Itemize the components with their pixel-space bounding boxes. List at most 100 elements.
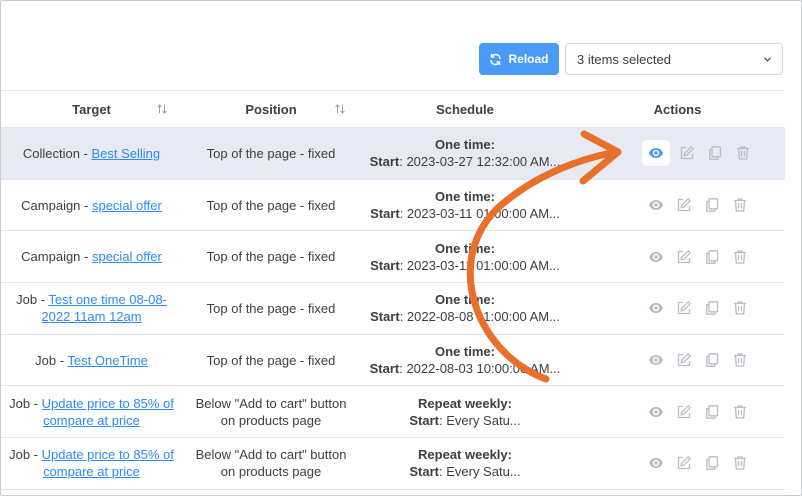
- target-prefix: Job -: [35, 352, 68, 368]
- table-row[interactable]: Campaign - special offer Top of the page…: [1, 179, 785, 232]
- cell-schedule: One time: Start: 2023-03-11 01:00:00 AM.…: [360, 179, 570, 232]
- schedule-title: One time:: [435, 292, 495, 308]
- cell-target: Collection - Best Selling: [1, 127, 182, 180]
- edit-icon: [676, 197, 692, 213]
- target-prefix: Job -: [9, 447, 42, 463]
- cell-target: Campaign - special offer: [1, 230, 182, 284]
- cell-actions: [570, 127, 785, 180]
- reload-label: Reload: [508, 52, 549, 66]
- column-header-target[interactable]: Target: [1, 90, 182, 128]
- edit-icon: [676, 404, 692, 420]
- toolbar: Reload 3 items selected: [479, 43, 783, 75]
- view-button[interactable]: [641, 140, 670, 167]
- duplicate-button[interactable]: [701, 246, 723, 268]
- edit-button[interactable]: [673, 297, 695, 319]
- edit-button[interactable]: [673, 349, 695, 371]
- cell-schedule: One time: Start: 2022-08-03 10:00:00 AM.…: [360, 334, 570, 387]
- column-header-position[interactable]: Position: [182, 90, 360, 128]
- view-button[interactable]: [645, 194, 667, 216]
- cell-actions: [570, 179, 785, 232]
- edit-button[interactable]: [673, 401, 695, 423]
- target-prefix: Job -: [9, 395, 42, 411]
- schedule-start-value: : 2023-03-11 01:00:00 AM...: [399, 257, 560, 273]
- view-button[interactable]: [645, 401, 667, 423]
- view-button[interactable]: [645, 297, 667, 319]
- delete-button[interactable]: [729, 246, 751, 268]
- copy-icon: [704, 197, 720, 213]
- duplicate-button[interactable]: [701, 401, 723, 423]
- table-header-row: Target Position Schedule Actions: [1, 90, 785, 128]
- cell-target: Job - Test OneTime: [1, 334, 182, 387]
- delete-button[interactable]: [729, 452, 751, 474]
- duplicate-button[interactable]: [701, 297, 723, 319]
- cell-position: Top of the page - fixed: [182, 282, 360, 335]
- edit-icon: [676, 249, 692, 265]
- schedule-start-label: Start: [370, 206, 400, 222]
- cell-schedule: Repeat weekly: Start: Every Satu...: [360, 437, 570, 490]
- column-label-schedule: Schedule: [436, 101, 494, 117]
- delete-button[interactable]: [729, 194, 751, 216]
- view-button[interactable]: [645, 452, 667, 474]
- target-link[interactable]: special offer: [92, 249, 162, 264]
- target-link[interactable]: Update price to 85% of compare at price: [42, 396, 174, 428]
- selection-dropdown[interactable]: 3 items selected: [565, 43, 783, 75]
- view-button[interactable]: [645, 246, 667, 268]
- schedule-title: One time:: [435, 240, 495, 256]
- column-label-target: Target: [72, 101, 111, 117]
- table-row[interactable]: Campaign - special offer Top of the page…: [1, 230, 785, 284]
- delete-button[interactable]: [729, 401, 751, 423]
- delete-button[interactable]: [729, 297, 751, 319]
- schedule-start-label: Start: [370, 309, 400, 325]
- cell-position: Below "Add to cart" button on products p…: [182, 385, 360, 439]
- duplicate-button[interactable]: [701, 194, 723, 216]
- target-link[interactable]: Best Selling: [91, 146, 160, 161]
- copy-icon: [704, 455, 720, 471]
- position-text: Top of the page - fixed: [206, 249, 336, 265]
- trash-icon: [732, 404, 748, 420]
- cell-target: Job - Update price to 85% of compare at …: [1, 437, 182, 490]
- duplicate-button[interactable]: [701, 349, 723, 371]
- edit-button[interactable]: [673, 452, 695, 474]
- table-row[interactable]: Job - Test OneTime Top of the page - fix…: [1, 334, 785, 387]
- cell-actions: [570, 385, 785, 439]
- table-row[interactable]: Job - Update price to 85% of compare at …: [1, 437, 785, 490]
- delete-button[interactable]: [729, 349, 751, 371]
- edit-button[interactable]: [676, 142, 698, 164]
- target-link[interactable]: special offer: [92, 198, 162, 213]
- eye-icon: [648, 300, 664, 316]
- schedule-start-label: Start: [370, 257, 400, 273]
- position-text: Top of the page - fixed: [206, 352, 336, 368]
- position-text: Below "Add to cart" button on products p…: [195, 447, 347, 480]
- duplicate-button[interactable]: [701, 452, 723, 474]
- cell-actions: [570, 334, 785, 387]
- schedule-start-value: : 2022-08-03 10:00:00 AM...: [399, 361, 561, 377]
- edit-button[interactable]: [673, 194, 695, 216]
- delete-button[interactable]: [732, 142, 754, 164]
- schedule-start-label: Start: [409, 464, 439, 480]
- target-link[interactable]: Test OneTime: [67, 353, 147, 368]
- table-row[interactable]: Job - Test one time 08-08-2022 11am 12am…: [1, 282, 785, 335]
- copy-icon: [704, 249, 720, 265]
- cell-schedule: One time: Start: 2022-08-08 11:00:00 AM.…: [360, 282, 570, 335]
- target-link[interactable]: Update price to 85% of compare at price: [42, 447, 174, 479]
- target-link[interactable]: Test one time 08-08-2022 11am 12am: [41, 292, 167, 324]
- schedule-start-label: Start: [409, 412, 439, 428]
- copy-icon: [704, 404, 720, 420]
- table-row[interactable]: Job - Update price to 85% of compare at …: [1, 385, 785, 439]
- duplicate-button[interactable]: [704, 142, 726, 164]
- schedule-start-value: : 2022-08-08 11:00:00 AM...: [399, 309, 560, 325]
- view-button[interactable]: [645, 349, 667, 371]
- edit-button[interactable]: [673, 246, 695, 268]
- schedule-start-value: : Every Satu...: [438, 464, 521, 480]
- schedule-start-value: : 2023-03-27 12:32:00 AM...: [399, 154, 561, 170]
- selection-value: 3 items selected: [577, 51, 671, 67]
- eye-icon: [648, 455, 664, 471]
- table-row[interactable]: Collection - Best Selling Top of the pag…: [1, 127, 785, 180]
- target-prefix: Job -: [16, 292, 49, 308]
- sort-icon[interactable]: [334, 103, 346, 115]
- cell-schedule: One time: Start: 2023-03-11 01:00:00 AM.…: [360, 230, 570, 284]
- sort-icon[interactable]: [156, 103, 168, 115]
- schedule-start-label: Start: [369, 154, 400, 170]
- reload-button[interactable]: Reload: [479, 43, 559, 75]
- cell-actions: [570, 437, 785, 490]
